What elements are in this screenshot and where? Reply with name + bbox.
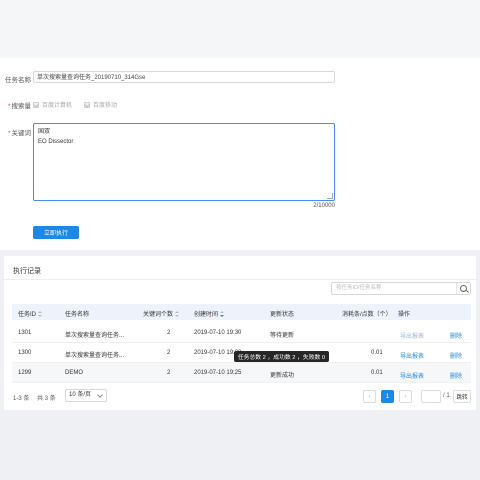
cell-name: DEMO [65,370,83,376]
required-star: * [7,130,11,137]
export-report-link[interactable]: 导出报表 [400,351,424,360]
cell-status: 等待更新 [270,333,295,339]
delete-link[interactable]: 删除 [450,351,462,360]
cell-cost: 0.01 [371,370,383,376]
cell-status: 更新成功 [270,373,295,379]
cell-count: 2 [167,370,171,376]
keywords-label-text: 关键词 [11,130,32,137]
cell-name: 单次搜索量查询任务... [65,333,125,339]
status-tooltip: 任务总数 2 ，成功数 2 ，失败数 0 [234,351,329,362]
keyword-line: 国双 [38,129,51,135]
next-page-button[interactable]: › [399,390,412,403]
cell-created: 2019-07-10 19:30 [194,330,242,336]
chevron-down-icon [97,392,103,398]
cell-id: 1301 [18,330,32,336]
jump-page-input[interactable] [421,390,441,403]
column-header-name: 任务名称 [65,312,90,318]
page-size-select[interactable]: 10 条/页 [65,389,107,402]
cell-name: 单次搜索量查询任务... [65,353,125,359]
pagination-total: 共 3 条 [37,396,56,402]
keywords-textarea[interactable]: 国双 EO Dissector [33,123,335,201]
cell-count: 2 [167,350,171,356]
checkbox-checked-icon [84,101,90,108]
records-title: 执行记录 [13,268,41,275]
task-name-label: 任务名称 [5,77,31,84]
sort-icon[interactable] [175,311,180,318]
cell-id: 1300 [18,350,32,356]
page-size-value: 10 条/页 [69,392,92,398]
required-star: * [7,103,11,110]
keyword-counter: 2/10000 [313,203,335,209]
column-header-created[interactable]: 创建时间 [194,309,225,318]
task-name-input[interactable]: 单次搜索量查询任务_20190710_314Gse [33,71,335,83]
records-search-input[interactable]: 按任务ID/任务名称 [331,282,471,295]
search-placeholder: 按任务ID/任务名称 [336,285,382,291]
checkbox-baidu-mobile-label: 百度移动 [93,103,118,109]
prev-page-button[interactable]: ‹ [363,390,376,403]
divider [4,279,476,280]
column-header-label: 关键词个数 [143,312,174,318]
cell-cost: 0.01 [371,350,383,356]
column-header-id[interactable]: 任务ID [18,309,43,318]
checkbox-checked-icon [33,101,39,108]
resize-handle-icon[interactable] [327,193,333,199]
export-report-link: 导出报表 [400,334,425,340]
column-header-cost: 消耗条/点数（个） [342,312,392,318]
column-header-keyword-count[interactable]: 关键词个数 [143,309,180,318]
search-icon[interactable] [460,285,467,292]
engine-label: *搜索量 [0,100,31,110]
checkbox-baidu-pc-label: 百度计算机 [42,103,73,109]
sort-icon[interactable] [38,311,43,318]
run-now-button[interactable]: 立即执行 [33,226,79,239]
divider [456,283,457,294]
checkbox-baidu-mobile[interactable]: 百度移动 [84,100,117,109]
column-header-actions: 操作 [398,312,411,318]
keywords-label: *关键词 [0,127,31,137]
cell-count: 2 [167,330,171,336]
column-header-status: 更新状态 [270,312,295,318]
keyword-line: EO Dissector [38,139,74,145]
top-header-area [0,0,480,58]
delete-link[interactable]: 删除 [450,331,462,340]
export-report-link[interactable]: 导出报表 [400,371,424,380]
checkbox-baidu-pc[interactable]: 百度计算机 [33,100,72,109]
column-header-label: 任务ID [18,312,37,318]
sort-icon[interactable] [220,311,225,318]
total-pages: / 1 [443,393,450,399]
pagination-range: 1-3 条 [13,396,30,402]
page-1-button[interactable]: 1 [381,390,394,403]
delete-link[interactable]: 删除 [450,371,462,380]
jump-button[interactable]: 跳转 [453,390,471,403]
cell-created: 2019-07-10 19:25 [194,370,242,376]
column-header-label: 创建时间 [194,312,219,318]
cell-id: 1299 [18,370,32,376]
engine-label-text: 搜索量 [11,103,32,110]
